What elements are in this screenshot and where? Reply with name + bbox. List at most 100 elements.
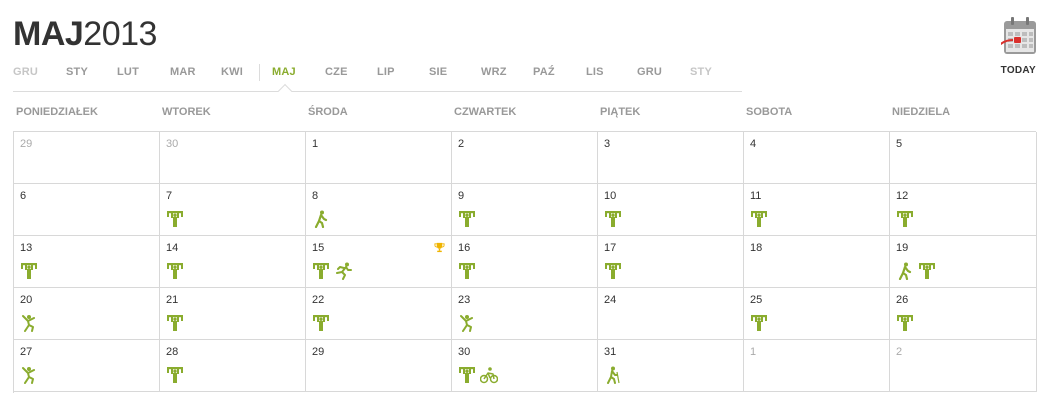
calendar-day-cell[interactable]: 4 <box>744 132 890 184</box>
today-button[interactable]: TODAY <box>996 16 1040 78</box>
calendar-day-cell[interactable]: 27 <box>14 340 160 392</box>
strength-icon[interactable] <box>918 262 936 280</box>
calendar-day-cell[interactable]: 22 <box>306 288 452 340</box>
calendar-day-cell[interactable]: 9 <box>452 184 598 236</box>
calendar-day-cell[interactable]: 13 <box>14 236 160 288</box>
activity-list <box>896 314 914 332</box>
calendar-day-cell[interactable]: 26 <box>890 288 1037 340</box>
activity-list <box>896 210 914 228</box>
nordic-walking-icon[interactable] <box>604 366 622 384</box>
cycling-icon[interactable] <box>479 366 499 384</box>
calendar-day-cell[interactable]: 8 <box>306 184 452 236</box>
walking-icon[interactable] <box>312 210 330 229</box>
calendar-day-cell[interactable]: 18 <box>744 236 890 288</box>
month-tab-8[interactable]: SIE <box>429 66 447 78</box>
aerobics-icon[interactable] <box>20 314 38 332</box>
day-number: 22 <box>312 294 325 306</box>
strength-icon[interactable] <box>750 314 768 332</box>
weekday-header: SOBOTA <box>746 106 793 118</box>
activity-list <box>458 210 476 228</box>
month-tab-6[interactable]: CZE <box>325 66 348 78</box>
calendar-day-cell[interactable]: 12 <box>890 184 1037 236</box>
activity-list <box>20 262 38 280</box>
calendar-day-cell[interactable]: 17 <box>598 236 744 288</box>
calendar-day-cell[interactable]: 11 <box>744 184 890 236</box>
calendar-icon <box>1001 17 1036 54</box>
day-number: 10 <box>604 190 617 202</box>
month-tab-1[interactable]: STY <box>66 66 88 78</box>
calendar-day-cell[interactable]: 2 <box>452 132 598 184</box>
aerobics-icon[interactable] <box>20 366 38 384</box>
strength-icon[interactable] <box>458 210 476 228</box>
strength-icon[interactable] <box>458 366 476 384</box>
strength-icon[interactable] <box>312 314 330 332</box>
month-tab-9[interactable]: WRZ <box>481 66 507 78</box>
strength-icon[interactable] <box>20 262 38 280</box>
activity-list <box>20 366 38 384</box>
calendar-day-cell[interactable]: 30 <box>452 340 598 392</box>
calendar-day-cell[interactable]: 25 <box>744 288 890 340</box>
calendar-day-cell[interactable]: 29 <box>14 132 160 184</box>
activity-list <box>896 262 936 281</box>
month-tab-7[interactable]: LIP <box>377 66 395 78</box>
calendar-day-cell[interactable]: 1 <box>744 340 890 392</box>
weekday-header: PONIEDZIAŁEK <box>16 106 98 118</box>
strength-icon[interactable] <box>604 210 622 228</box>
calendar-day-cell[interactable]: 6 <box>14 184 160 236</box>
strength-icon[interactable] <box>604 262 622 280</box>
month-tab-10[interactable]: PAŹ <box>533 66 555 78</box>
calendar-day-cell[interactable]: 21 <box>160 288 306 340</box>
walking-icon[interactable] <box>896 262 914 281</box>
calendar-day-cell[interactable]: 1 <box>306 132 452 184</box>
day-number: 9 <box>458 190 465 202</box>
activity-list <box>604 262 622 280</box>
calendar-day-cell[interactable]: 20 <box>14 288 160 340</box>
strength-icon[interactable] <box>458 262 476 280</box>
day-number: 19 <box>896 242 909 254</box>
calendar-day-cell[interactable]: 7 <box>160 184 306 236</box>
activity-list <box>166 210 184 228</box>
weekday-header: PIĄTEK <box>600 106 641 118</box>
day-number: 8 <box>312 190 319 202</box>
page-title: MAJ2013 <box>13 14 157 54</box>
strength-icon[interactable] <box>166 314 184 332</box>
strength-icon[interactable] <box>750 210 768 228</box>
month-tab-12[interactable]: GRU <box>637 66 662 78</box>
calendar-day-cell[interactable]: 29 <box>306 340 452 392</box>
day-number: 15 <box>312 242 325 254</box>
day-number: 1 <box>750 346 757 358</box>
calendar-day-cell[interactable]: 5 <box>890 132 1037 184</box>
strength-icon[interactable] <box>896 210 914 228</box>
strength-icon[interactable] <box>166 262 184 280</box>
activity-list <box>604 366 622 384</box>
strength-icon[interactable] <box>896 314 914 332</box>
calendar-day-cell[interactable]: 24 <box>598 288 744 340</box>
calendar-grid: 29 30 1 2 3 4 5 6 7 8 9 10 11 12 13 14 15 16 17 18 19 20 21 22 2… <box>13 131 1037 393</box>
month-tab-5[interactable]: MAJ <box>272 66 296 78</box>
calendar-day-cell[interactable]: 3 <box>598 132 744 184</box>
title-month: MAJ <box>13 15 84 53</box>
calendar-day-cell[interactable]: 28 <box>160 340 306 392</box>
calendar-day-cell[interactable]: 15 <box>306 236 452 288</box>
month-tab-13[interactable]: STY <box>690 66 712 78</box>
running-icon[interactable] <box>334 262 352 280</box>
calendar-day-cell[interactable]: 16 <box>452 236 598 288</box>
calendar-day-cell[interactable]: 10 <box>598 184 744 236</box>
calendar-day-cell[interactable]: 31 <box>598 340 744 392</box>
calendar-day-cell[interactable]: 30 <box>160 132 306 184</box>
month-tab-0[interactable]: GRU <box>13 66 38 78</box>
calendar-day-cell[interactable]: 2 <box>890 340 1037 392</box>
aerobics-icon[interactable] <box>458 314 476 332</box>
calendar-day-cell[interactable]: 19 <box>890 236 1037 288</box>
month-tab-3[interactable]: MAR <box>170 66 196 78</box>
month-tab-2[interactable]: LUT <box>117 66 139 78</box>
strength-icon[interactable] <box>312 262 330 280</box>
activity-list <box>312 210 330 229</box>
calendar-day-cell[interactable]: 14 <box>160 236 306 288</box>
month-tab-4[interactable]: KWI <box>221 66 243 78</box>
strength-icon[interactable] <box>166 366 184 384</box>
weekday-header: CZWARTEK <box>454 106 517 118</box>
strength-icon[interactable] <box>166 210 184 228</box>
calendar-day-cell[interactable]: 23 <box>452 288 598 340</box>
month-tab-11[interactable]: LIS <box>586 66 604 78</box>
